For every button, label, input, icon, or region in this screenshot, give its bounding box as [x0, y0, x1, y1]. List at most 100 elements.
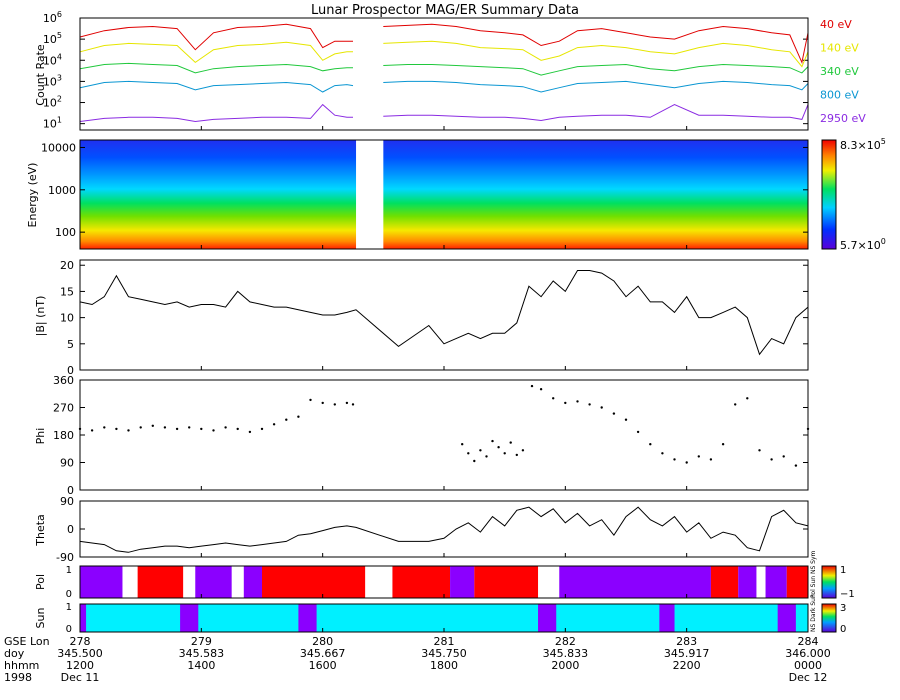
phi-point	[697, 455, 700, 458]
phi-point	[782, 455, 785, 458]
bmag-line	[79, 270, 809, 356]
series-line-140-ev-a	[79, 41, 353, 64]
pol-segment-neg	[450, 566, 475, 598]
pol-panel: Pol 1 0 1 −1 Pol Sun NS Sym	[34, 550, 855, 600]
phi-point	[673, 458, 676, 461]
ytick-label: -90	[56, 551, 74, 564]
phi-point	[224, 426, 227, 429]
colorbar-max-label: 8.3×105	[840, 137, 886, 152]
count-rate-series	[79, 23, 809, 123]
ytick-label: 5	[67, 338, 74, 351]
series-line-140-ev-b	[383, 40, 809, 68]
pol-colorbar-bottom: −1	[840, 589, 855, 600]
pol-segment-neg	[195, 566, 232, 598]
phi-point	[515, 453, 518, 457]
pol-ytick-1: 1	[66, 565, 72, 576]
phi-point	[649, 443, 652, 446]
pol-side-label: Pol Sun NS Sym	[810, 550, 817, 598]
pol-segment-pos	[137, 566, 184, 598]
phi-yticks: 090180270360	[53, 374, 808, 497]
phi-point	[139, 426, 142, 429]
sun-panel: Sun 1 0 3 0 NS Dark Sun	[34, 594, 846, 635]
legend-entry-3: 800 eV	[820, 89, 859, 102]
phi-point	[564, 401, 567, 405]
theta-ylabel: Theta	[34, 514, 47, 547]
phi-point	[479, 449, 482, 452]
pol-segment-neg	[243, 566, 262, 598]
pol-colorbar	[821, 565, 837, 599]
count-rate-ytick-label: 106	[43, 10, 62, 25]
theta-yticks: -90 0 90	[56, 495, 808, 564]
spectrogram-image	[80, 140, 808, 249]
sun-ylabel: Sun	[34, 608, 47, 629]
legend-entry-2: 340 eV	[820, 65, 859, 78]
phi-point	[333, 403, 336, 406]
spectrogram-ytick-label: 1000	[48, 184, 76, 197]
phi-point	[345, 401, 349, 405]
phi-point	[485, 455, 488, 458]
phi-point	[103, 426, 106, 429]
sun-ytick-1: 1	[66, 602, 72, 613]
ytick-label: 90	[60, 495, 74, 508]
phi-point	[236, 427, 239, 431]
phi-point	[309, 398, 312, 402]
xtick-date: Dec 12	[789, 671, 828, 684]
pol-segment-neg	[559, 566, 711, 598]
phi-point	[461, 443, 464, 446]
pol-segment-neg	[765, 566, 787, 598]
xtick-hhmm: 2200	[673, 659, 701, 672]
summary-figure: Lunar Prospector MAG/ER Summary Data Cou…	[4, 3, 886, 684]
pol-segment-pos	[262, 566, 366, 598]
phi-point	[248, 430, 252, 434]
legend-entry-4: 2950 eV	[820, 112, 866, 125]
sun-colorbar-bottom: 0	[840, 624, 846, 635]
xtick-hhmm: 1600	[309, 659, 337, 672]
pol-colorbar-top: 1	[840, 565, 846, 576]
ytick-label: 180	[53, 429, 74, 442]
phi-point	[473, 459, 476, 463]
sun-colorbar-top: 3	[840, 603, 846, 614]
pol-segment-pos	[710, 566, 739, 598]
phi-point	[212, 429, 215, 432]
phi-point	[285, 418, 288, 421]
phi-point	[588, 403, 591, 406]
bmag-panel: |B| (nT) 05101520	[34, 259, 809, 377]
theta-panel: Theta -90 0 90	[34, 495, 809, 564]
series-line-2950-ev-a	[79, 103, 353, 123]
phi-point	[127, 429, 130, 432]
ytick-label: 90	[60, 457, 74, 470]
phi-point	[115, 427, 118, 431]
pol-segment-pos	[474, 566, 539, 598]
phi-point	[685, 461, 688, 464]
phi-point	[734, 403, 737, 406]
count-rate-ytick-label: 102	[43, 95, 62, 110]
sun-dark-segment	[180, 604, 199, 632]
series-line-40-ev-a	[79, 23, 353, 51]
spectrogram-colorbar	[821, 139, 837, 250]
phi-point	[576, 400, 579, 403]
ytick-label: 360	[53, 374, 74, 387]
phi-point	[600, 406, 603, 409]
phi-point	[612, 412, 616, 415]
phi-point	[503, 452, 506, 455]
phi-point	[746, 397, 749, 400]
theta-line	[79, 506, 809, 553]
phi-point	[321, 401, 324, 405]
phi-point	[175, 427, 179, 431]
bmag-frame	[79, 259, 809, 371]
phi-point	[521, 449, 525, 452]
count-rate-ytick-label: 103	[43, 73, 62, 88]
bmag-ylabel: |B| (nT)	[34, 296, 47, 337]
pol-segments	[80, 566, 808, 598]
phi-point	[794, 464, 798, 467]
phi-point	[90, 429, 94, 432]
sun-ytick-0: 0	[66, 624, 72, 635]
phi-point	[297, 415, 300, 418]
spectrogram-panel: Energy (eV) 100 1000 10000 8.3×105 5.7×100	[26, 137, 886, 252]
ytick-label: 15	[60, 285, 74, 298]
count-rate-frame	[79, 17, 809, 131]
count-rate-panel: Count Rate 101102103104105106 40 eV140 e…	[34, 10, 866, 131]
phi-point	[539, 388, 543, 391]
phi-point	[491, 439, 494, 443]
phi-point	[770, 458, 773, 461]
